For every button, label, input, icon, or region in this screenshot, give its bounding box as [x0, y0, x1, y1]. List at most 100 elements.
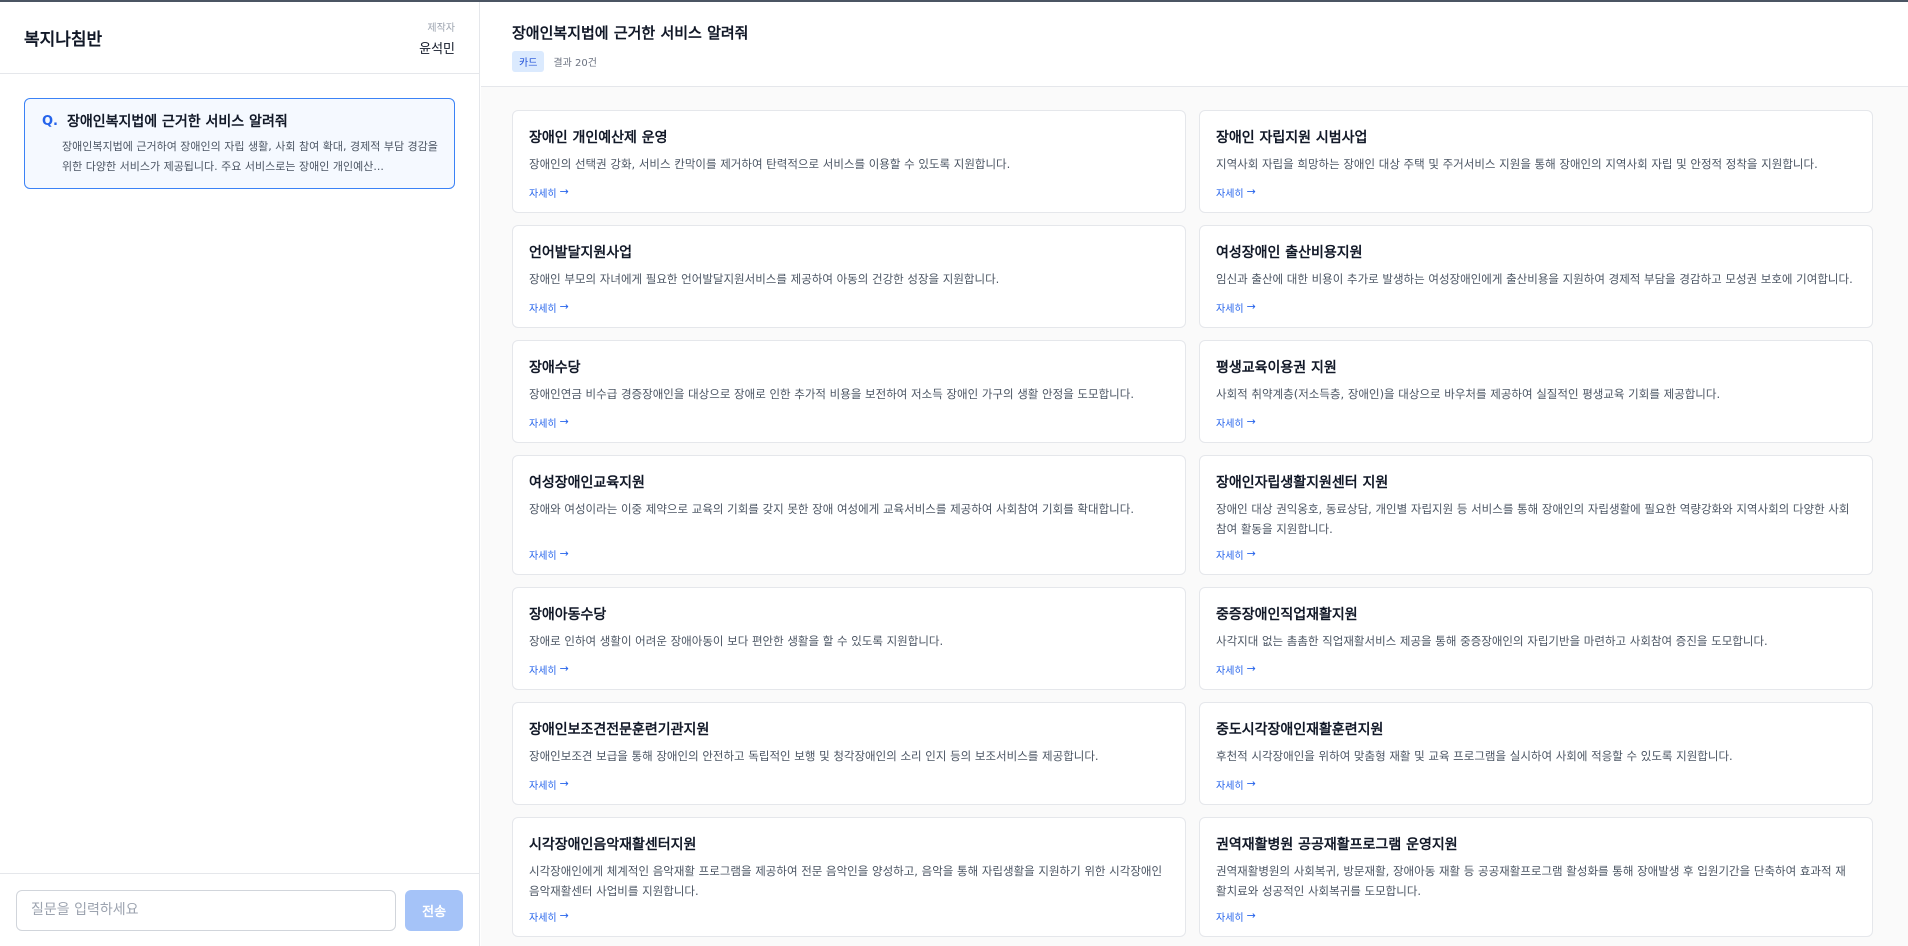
detail-link-label: 자세히	[1216, 666, 1244, 677]
service-card-title: 여성장애인교육지원	[529, 475, 645, 491]
service-card: 장애인자립생활지원센터 지원 장애인 대상 권익옹호, 동료상담, 개인별 자립…	[1199, 455, 1873, 575]
service-detail-link[interactable]: 자세히 →	[529, 909, 1169, 924]
service-card-description: 임신과 출산에 대한 비용이 추가로 발생하는 여성장애인에게 출산비용을 지원…	[1216, 272, 1853, 286]
service-card-grid: 장애인 개인예산제 운영 장애인의 선택권 강화, 서비스 칸막이를 제거하여 …	[512, 110, 1873, 937]
service-card: 장애인보조견전문훈련기관지원 장애인보조견 보급을 통해 장애인의 안전하고 독…	[512, 702, 1186, 805]
detail-link-label: 자세히	[1216, 419, 1244, 430]
service-card-description: 장애인 대상 권익옹호, 동료상담, 개인별 자립지원 등 서비스를 통해 장애…	[1216, 502, 1850, 536]
service-card-title: 장애인 자립지원 시범사업	[1216, 130, 1368, 146]
service-card-title: 여성장애인 출산비용지원	[1216, 245, 1363, 261]
arrow-right-icon: →	[1246, 415, 1256, 428]
service-card: 장애인 개인예산제 운영 장애인의 선택권 강화, 서비스 칸막이를 제거하여 …	[512, 110, 1186, 213]
service-detail-link[interactable]: 자세히 →	[529, 777, 1169, 792]
arrow-right-icon: →	[1246, 300, 1256, 313]
arrow-right-icon: →	[559, 909, 569, 922]
question-mark: Q.	[42, 113, 58, 129]
results-panel: 장애인복지법에 근거한 서비스 알려줘 카드 결과 20건 장애인 개인예산제 …	[481, 2, 1908, 946]
results-header: 장애인복지법에 근거한 서비스 알려줘 카드 결과 20건	[481, 2, 1908, 87]
maker-info: 제작자 윤석민	[419, 19, 455, 57]
service-card-description: 장애인연금 비수급 경증장애인을 대상으로 장애로 인한 추가적 비용을 보전하…	[529, 387, 1134, 401]
maker-name: 윤석민	[419, 41, 455, 57]
service-card-title: 중증장애인직업재활지원	[1216, 607, 1358, 623]
answer-preview: 장애인복지법에 근거하여 장애인의 자립 생활, 사회 참여 확대, 경제적 부…	[62, 140, 438, 173]
service-card-description: 장애와 여성이라는 이중 제약으로 교육의 기회를 갖지 못한 장애 여성에게 …	[529, 502, 1134, 516]
view-mode-badge: 카드	[512, 51, 545, 72]
service-card-description: 사회적 취약계층(저소득층, 장애인)을 대상으로 바우처를 제공하여 실질적인…	[1216, 387, 1721, 401]
service-detail-link[interactable]: 자세히 →	[1216, 909, 1856, 924]
result-count: 결과 20건	[553, 58, 597, 69]
detail-link-label: 자세히	[529, 551, 557, 562]
question-input-bar: 전송	[0, 873, 479, 946]
arrow-right-icon: →	[1246, 185, 1256, 198]
service-card-title: 장애인 개인예산제 운영	[529, 130, 668, 146]
results-meta: 카드 결과 20건	[512, 51, 1877, 72]
service-card-description: 후천적 시각장애인을 위하여 맞춤형 재활 및 교육 프로그램을 실시하여 사회…	[1216, 749, 1733, 763]
service-card-title: 언어발달지원사업	[529, 245, 633, 261]
service-card-description: 장애인 부모의 자녀에게 필요한 언어발달지원서비스를 제공하여 아동의 건강한…	[529, 272, 1000, 286]
service-detail-link[interactable]: 자세히 →	[1216, 415, 1856, 430]
detail-link-label: 자세히	[529, 304, 557, 315]
app-title: 복지나침반	[24, 30, 103, 50]
send-button[interactable]: 전송	[405, 889, 463, 931]
service-card: 장애수당 장애인연금 비수급 경증장애인을 대상으로 장애로 인한 추가적 비용…	[512, 340, 1186, 443]
maker-label: 제작자	[427, 22, 455, 34]
service-card-description: 장애인의 선택권 강화, 서비스 칸막이를 제거하여 탄력적으로 서비스를 이용…	[529, 157, 1011, 171]
detail-link-label: 자세히	[1216, 781, 1244, 792]
service-card-title: 장애아동수당	[529, 607, 607, 623]
service-card: 시각장애인음악재활센터지원 시각장애인에게 체계적인 음악재활 프로그램을 제공…	[512, 817, 1186, 937]
question-input[interactable]	[16, 889, 397, 931]
service-card: 언어발달지원사업 장애인 부모의 자녀에게 필요한 언어발달지원서비스를 제공하…	[512, 225, 1186, 328]
service-detail-link[interactable]: 자세히 →	[529, 185, 1169, 200]
service-detail-link[interactable]: 자세히 →	[1216, 300, 1856, 315]
arrow-right-icon: →	[559, 415, 569, 428]
arrow-right-icon: →	[1246, 547, 1256, 560]
service-detail-link[interactable]: 자세히 →	[529, 547, 1169, 562]
service-card: 평생교육이용권 지원 사회적 취약계층(저소득층, 장애인)을 대상으로 바우처…	[1199, 340, 1873, 443]
service-card: 권역재활병원 공공재활프로그램 운영지원 권역재활병원의 사회복귀, 방문재활,…	[1199, 817, 1873, 937]
arrow-right-icon: →	[559, 300, 569, 313]
service-card: 여성장애인교육지원 장애와 여성이라는 이중 제약으로 교육의 기회를 갖지 못…	[512, 455, 1186, 575]
detail-link-label: 자세히	[529, 189, 557, 200]
arrow-right-icon: →	[1246, 777, 1256, 790]
service-detail-link[interactable]: 자세히 →	[1216, 777, 1856, 792]
service-card-description: 사각지대 없는 촘촘한 직업재활서비스 제공을 통해 중증장애인의 자립기반을 …	[1216, 634, 1768, 648]
service-card-description: 지역사회 자립을 희망하는 장애인 대상 주택 및 주거서비스 지원을 통해 장…	[1216, 157, 1818, 171]
question-history-item[interactable]: Q. 장애인복지법에 근거한 서비스 알려줘 장애인복지법에 근거하여 장애인의…	[24, 98, 455, 189]
service-card: 중도시각장애인재활훈련지원 후천적 시각장애인을 위하여 맞춤형 재활 및 교육…	[1199, 702, 1873, 805]
detail-link-label: 자세히	[529, 419, 557, 430]
detail-link-label: 자세히	[529, 781, 557, 792]
sidebar-header: 복지나침반 제작자 윤석민	[0, 2, 479, 74]
service-detail-link[interactable]: 자세히 →	[1216, 185, 1856, 200]
service-detail-link[interactable]: 자세히 →	[1216, 662, 1856, 677]
arrow-right-icon: →	[559, 662, 569, 675]
detail-link-label: 자세히	[1216, 189, 1244, 200]
arrow-right-icon: →	[559, 185, 569, 198]
detail-link-label: 자세히	[529, 666, 557, 677]
sidebar: 복지나침반 제작자 윤석민 Q. 장애인복지법에 근거한 서비스 알려줘 장애인…	[0, 2, 480, 946]
service-detail-link[interactable]: 자세히 →	[529, 415, 1169, 430]
service-card-title: 권역재활병원 공공재활프로그램 운영지원	[1216, 837, 1458, 853]
detail-link-label: 자세히	[1216, 913, 1244, 924]
service-card: 여성장애인 출산비용지원 임신과 출산에 대한 비용이 추가로 발생하는 여성장…	[1199, 225, 1873, 328]
service-detail-link[interactable]: 자세히 →	[1216, 547, 1856, 562]
arrow-right-icon: →	[559, 777, 569, 790]
service-card: 중증장애인직업재활지원 사각지대 없는 촘촘한 직업재활서비스 제공을 통해 중…	[1199, 587, 1873, 690]
detail-link-label: 자세히	[1216, 304, 1244, 315]
arrow-right-icon: →	[1246, 909, 1256, 922]
service-card-description: 장애인보조견 보급을 통해 장애인의 안전하고 독립적인 보행 및 청각장애인의…	[529, 749, 1099, 763]
service-card-title: 평생교육이용권 지원	[1216, 360, 1337, 376]
service-detail-link[interactable]: 자세히 →	[529, 300, 1169, 315]
service-card: 장애아동수당 장애로 인하여 생활이 어려운 장애아동이 보다 편안한 생활을 …	[512, 587, 1186, 690]
question-title: 장애인복지법에 근거한 서비스 알려줘	[67, 114, 288, 130]
service-detail-link[interactable]: 자세히 →	[529, 662, 1169, 677]
results-title: 장애인복지법에 근거한 서비스 알려줘	[512, 24, 749, 42]
service-card-description: 시각장애인에게 체계적인 음악재활 프로그램을 제공하여 전문 음악인을 양성하…	[529, 864, 1163, 898]
service-card-title: 중도시각장애인재활훈련지원	[1216, 722, 1384, 738]
arrow-right-icon: →	[559, 547, 569, 560]
service-card-title: 장애인보조견전문훈련기관지원	[529, 722, 710, 738]
question-head: Q. 장애인복지법에 근거한 서비스 알려줘	[42, 111, 438, 131]
service-card-title: 장애수당	[529, 360, 581, 376]
arrow-right-icon: →	[1246, 662, 1256, 675]
service-card: 장애인 자립지원 시범사업 지역사회 자립을 희망하는 장애인 대상 주택 및 …	[1199, 110, 1873, 213]
service-card-description: 장애로 인하여 생활이 어려운 장애아동이 보다 편안한 생활을 할 수 있도록…	[529, 634, 944, 648]
